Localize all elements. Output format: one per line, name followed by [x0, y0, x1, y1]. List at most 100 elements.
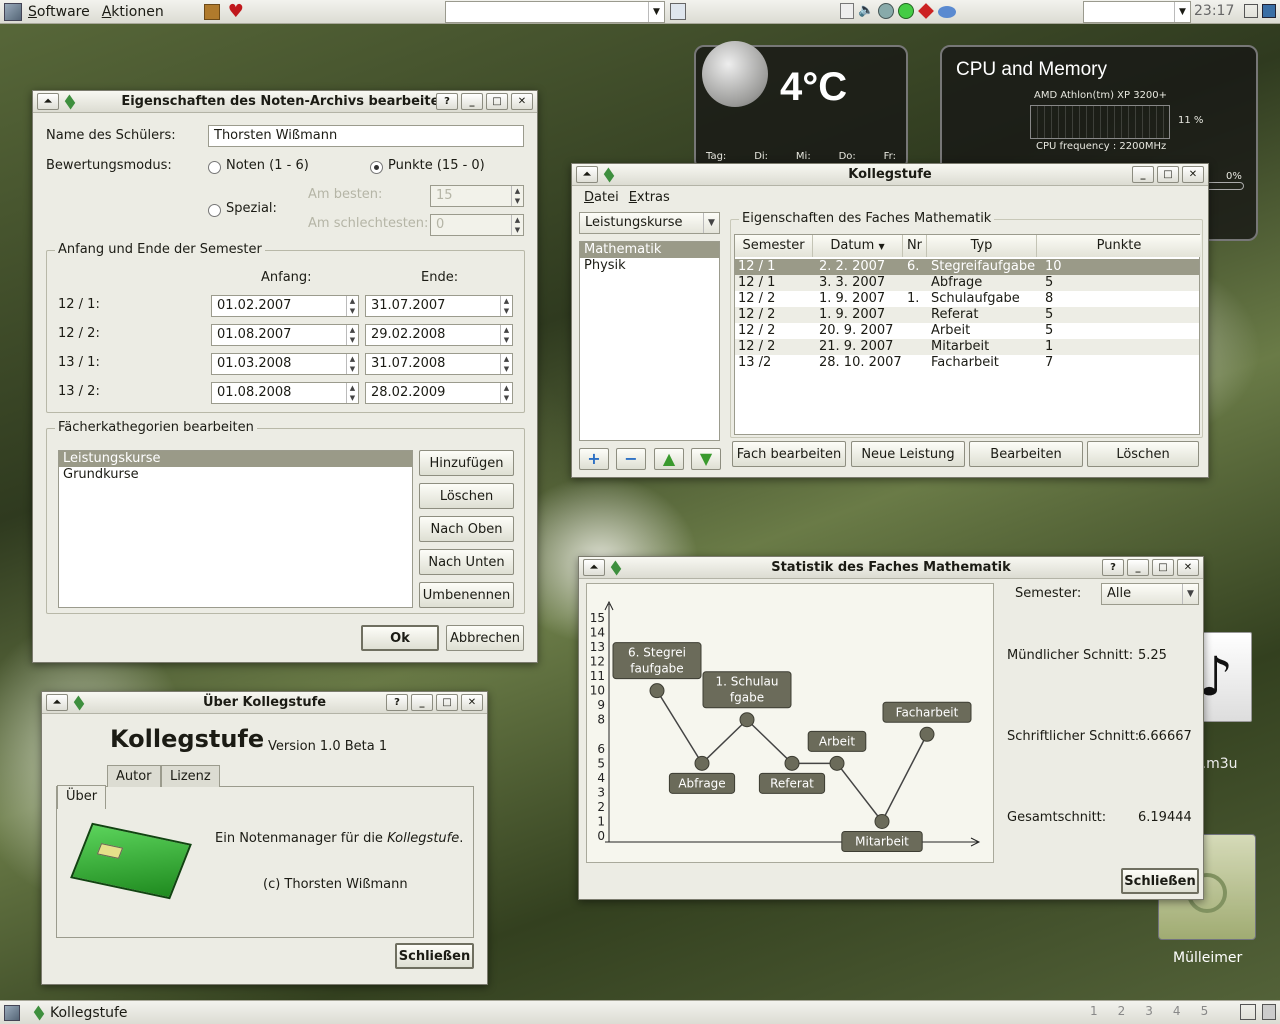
maximize-button[interactable]: □ [436, 694, 458, 711]
window-list-icon[interactable] [1240, 1004, 1256, 1020]
remove-subject-button[interactable]: − [616, 448, 646, 470]
notes-icon[interactable] [203, 3, 220, 20]
desktop-4[interactable]: 4 [1173, 1004, 1181, 1018]
semester-end-field[interactable]: 31.07.2007 ▲ ▼ [365, 295, 513, 317]
status-green-icon[interactable] [898, 3, 914, 19]
desktop-icon[interactable] [1262, 4, 1276, 18]
trash-label[interactable]: Mülleimer [1173, 950, 1242, 966]
table-row[interactable]: 12 / 2 20. 9. 2007 Arbeit 5 [735, 323, 1199, 339]
window-list-icon[interactable] [1244, 4, 1258, 18]
help-button[interactable]: ? [1102, 559, 1124, 576]
close-button[interactable]: ✕ [1182, 166, 1204, 183]
student-name-field[interactable]: Thorsten Wißmann [208, 125, 524, 147]
worst-field[interactable]: 0 ▲ ▼ [430, 214, 524, 236]
menu-datei[interactable]: Datei [584, 190, 619, 205]
heart-icon[interactable]: ♥ [228, 2, 244, 21]
best-field[interactable]: 15 ▲ ▼ [430, 185, 524, 207]
radio-punkte[interactable] [370, 161, 383, 174]
table-row[interactable]: 12 / 1 3. 3. 2007 Abfrage 5 [735, 275, 1199, 291]
panel-combo-right[interactable]: ▼ [1083, 1, 1191, 23]
semester-end-field[interactable]: 31.07.2008 ▲ ▼ [365, 353, 513, 375]
kde-menu-icon[interactable] [4, 2, 22, 21]
add-button[interactable]: Hinzufügen [419, 450, 514, 476]
column-header[interactable]: Semester [735, 235, 813, 257]
move-down-button[interactable]: Nach Unten [419, 549, 514, 575]
monitor-icon[interactable] [670, 3, 686, 20]
list-item[interactable]: Grundkurse [59, 467, 412, 483]
add-subject-button[interactable]: + [579, 448, 609, 470]
clock[interactable]: 23:17 [1194, 3, 1234, 19]
tab-license[interactable]: Lizenz [161, 765, 220, 787]
task-button[interactable]: Kollegstufe [50, 1005, 128, 1021]
table-row[interactable]: 13 /2 28. 10. 2007 Facharbeit 7 [735, 355, 1199, 371]
help-button[interactable]: ? [386, 694, 408, 711]
semester-end-field[interactable]: 28.02.2009 ▲ ▼ [365, 382, 513, 404]
table-row[interactable]: 12 / 2 21. 9. 2007 Mitarbeit 1 [735, 339, 1199, 355]
pin-icon[interactable]: ⏶ [46, 694, 68, 711]
new-grade-button[interactable]: Neue Leistung [851, 441, 965, 467]
pin-icon[interactable]: ⏶ [583, 559, 605, 576]
desktop-3[interactable]: 3 [1145, 1004, 1153, 1018]
menu-extras[interactable]: Extras [629, 190, 670, 205]
pin-icon[interactable]: ⏶ [37, 93, 59, 110]
desktop-5[interactable]: 5 [1201, 1004, 1209, 1018]
column-header[interactable]: Typ [927, 235, 1037, 257]
minimize-button[interactable]: _ [1127, 559, 1149, 576]
cancel-button[interactable]: Abbrechen [446, 625, 524, 651]
show-desktop-icon[interactable] [1262, 1004, 1276, 1020]
delete-button[interactable]: Löschen [419, 483, 514, 509]
radio-noten[interactable] [208, 161, 221, 174]
panel-combo[interactable]: ▼ [445, 1, 665, 23]
disk-icon[interactable] [938, 6, 956, 18]
category-list[interactable]: Leistungskurse Grundkurse [58, 450, 413, 608]
category-combo[interactable]: Leistungskurse ▼ [579, 212, 720, 234]
tab-about[interactable]: Über [57, 785, 107, 809]
list-item[interactable]: Leistungskurse [59, 451, 412, 467]
close-button[interactable]: ✕ [461, 694, 483, 711]
minimize-button[interactable]: _ [1132, 166, 1154, 183]
tab-author[interactable]: Autor [107, 765, 161, 787]
move-up-arrow-icon[interactable]: ▲ [654, 448, 684, 470]
grades-table[interactable]: Semester Datum ▼ Nr Typ Punkte 12 / 1 2.… [734, 234, 1201, 435]
subject-list[interactable]: Mathematik Physik [579, 241, 720, 441]
move-down-arrow-icon[interactable]: ▼ [691, 448, 721, 470]
clipboard-icon[interactable] [840, 3, 854, 19]
volume-icon[interactable]: 🔈 [858, 3, 874, 21]
title-bar[interactable]: ⏶ Über Kollegstufe ? _ □ ✕ [42, 692, 487, 714]
menu-aktionen[interactable]: Aktionen [102, 4, 164, 20]
maximize-button[interactable]: □ [1157, 166, 1179, 183]
pin-icon[interactable]: ⏶ [576, 166, 598, 183]
maximize-button[interactable]: □ [1152, 559, 1174, 576]
minimize-button[interactable]: _ [411, 694, 433, 711]
table-row[interactable]: 12 / 2 1. 9. 2007 1. Schulaufgabe 8 [735, 291, 1199, 307]
semester-start-field[interactable]: 01.08.2008 ▲ ▼ [211, 382, 359, 404]
semester-start-field[interactable]: 01.08.2007 ▲ ▼ [211, 324, 359, 346]
column-header[interactable]: Datum ▼ [813, 235, 903, 257]
column-header[interactable]: Punkte [1037, 235, 1201, 257]
network-icon[interactable] [878, 3, 894, 19]
title-bar[interactable]: ⏶ Eigenschaften des Noten-Archivs bearbe… [33, 91, 537, 113]
kde-menu-icon[interactable] [4, 1004, 20, 1021]
list-item[interactable]: Physik [580, 258, 719, 274]
table-row[interactable]: 12 / 1 2. 2. 2007 6. Stegreifaufgabe 10 [735, 259, 1199, 275]
edit-subject-button[interactable]: Fach bearbeiten [732, 441, 846, 467]
close-about-button[interactable]: Schließen [395, 943, 474, 969]
rename-button[interactable]: Umbenennen [419, 582, 514, 608]
title-bar[interactable]: ⏶ Kollegstufe _ □ ✕ [572, 164, 1208, 186]
radio-spezial[interactable] [208, 204, 221, 217]
minimize-button[interactable]: _ [461, 93, 483, 110]
column-header[interactable]: Nr [903, 235, 927, 257]
close-statistics-button[interactable]: Schließen [1121, 868, 1199, 894]
semester-end-field[interactable]: 29.02.2008 ▲ ▼ [365, 324, 513, 346]
gem-icon[interactable] [918, 3, 934, 19]
close-button[interactable]: ✕ [1177, 559, 1199, 576]
title-bar[interactable]: ⏶ Statistik des Faches Mathematik ? _ □ … [579, 557, 1203, 579]
table-row[interactable]: 12 / 2 1. 9. 2007 Referat 5 [735, 307, 1199, 323]
close-button[interactable]: ✕ [511, 93, 533, 110]
desktop-1[interactable]: 1 [1090, 1004, 1098, 1018]
semester-start-field[interactable]: 01.02.2007 ▲ ▼ [211, 295, 359, 317]
edit-grade-button[interactable]: Bearbeiten [969, 441, 1083, 467]
semester-start-field[interactable]: 01.03.2008 ▲ ▼ [211, 353, 359, 375]
ok-button[interactable]: Ok [361, 625, 439, 651]
maximize-button[interactable]: □ [486, 93, 508, 110]
